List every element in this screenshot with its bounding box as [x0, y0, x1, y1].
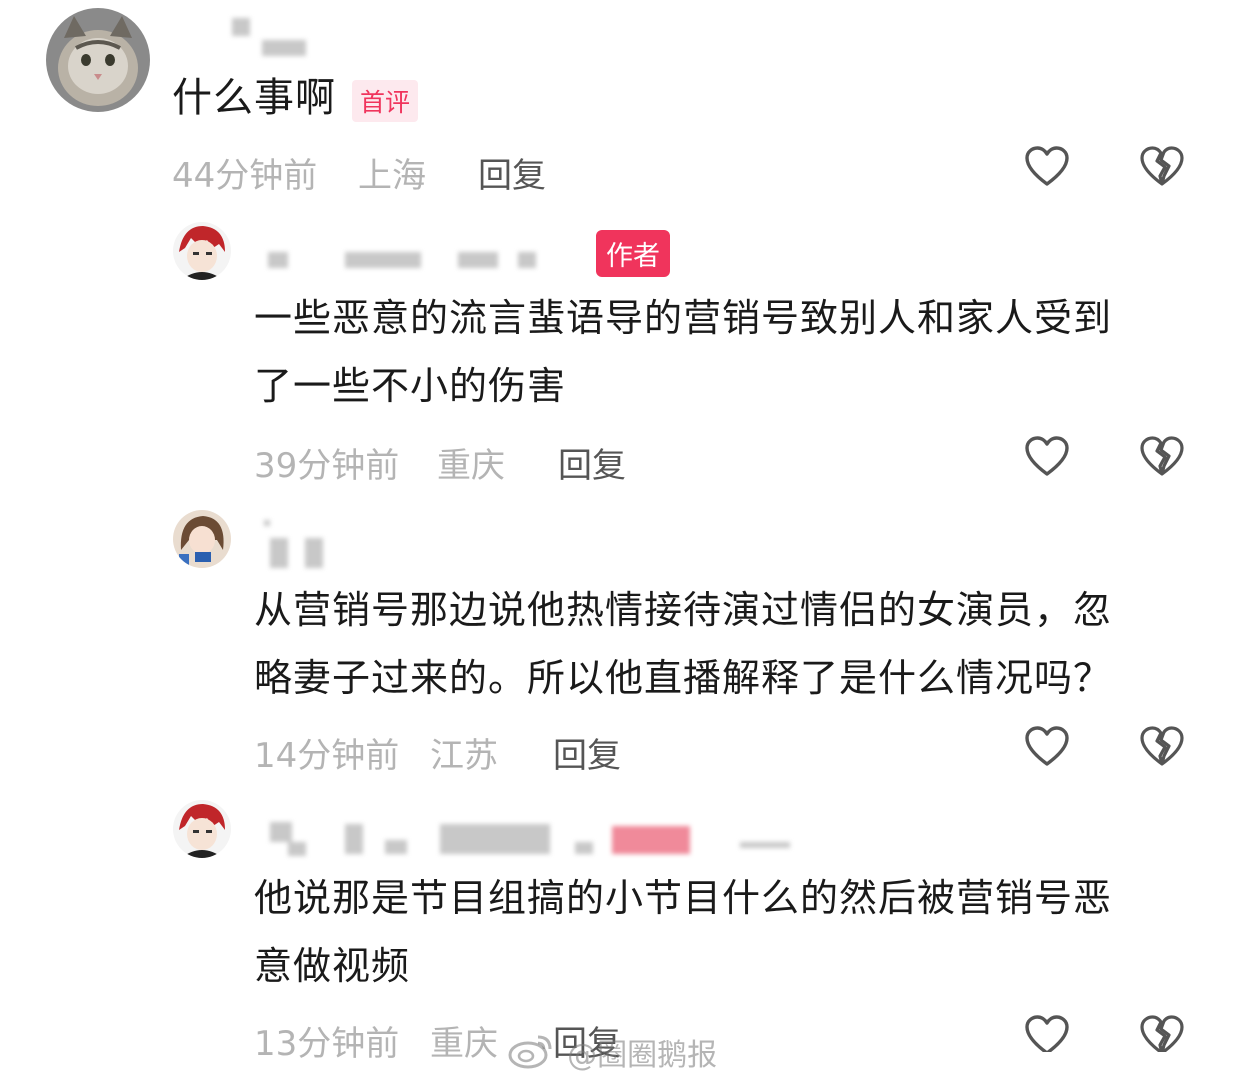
comment-location: 重庆 — [437, 446, 505, 486]
broken-heart-icon[interactable] — [1138, 1012, 1186, 1052]
comment-text-line-1: 从营销号那边说他热情接待演过情侣的女演员，忽 — [254, 588, 1113, 632]
avatar-anime[interactable] — [173, 800, 231, 858]
comment-text-line-2: 略妻子过来的。所以他直播解释了是什么情况吗？ — [254, 656, 1113, 700]
watermark: @圈圈鹅报 — [508, 1030, 717, 1074]
heart-outline-icon[interactable] — [1023, 1012, 1071, 1052]
comment-location: 江苏 — [430, 736, 498, 776]
heart-outline-icon[interactable] — [1023, 433, 1071, 481]
reply-button[interactable]: 回复 — [553, 728, 621, 777]
broken-heart-icon[interactable] — [1138, 723, 1186, 771]
comment-time: 39分钟前 — [254, 446, 400, 486]
comment-time: 44分钟前 — [172, 156, 318, 196]
broken-heart-icon[interactable] — [1138, 143, 1186, 191]
avatar-anime[interactable] — [173, 222, 231, 280]
comment-time: 13分钟前 — [254, 1024, 400, 1064]
heart-outline-icon[interactable] — [1023, 143, 1071, 191]
avatar-cat[interactable] — [46, 8, 150, 112]
comment-location: 重庆 — [430, 1024, 498, 1064]
weibo-logo-icon — [508, 1031, 554, 1073]
comment-1: 什么事啊 首评 44分钟前 上海 回复 — [0, 0, 1233, 200]
comment-text: 什么事啊 — [172, 75, 336, 121]
heart-outline-icon[interactable] — [1023, 723, 1071, 771]
reply-button[interactable]: 回复 — [478, 148, 546, 197]
broken-heart-icon[interactable] — [1138, 433, 1186, 481]
comment-text-line-2: 意做视频 — [254, 944, 411, 988]
comment-time: 14分钟前 — [254, 736, 400, 776]
comment-location: 上海 — [358, 156, 426, 196]
comment-text-line-1: 他说那是节目组搞的小节目什么的然后被营销号恶 — [254, 876, 1113, 920]
comment-text-line-2: 了一些不小的伤害 — [254, 364, 567, 408]
author-badge: 作者 — [596, 230, 670, 277]
watermark-text: @圈圈鹅报 — [567, 1038, 718, 1073]
comment-2: 作者 一些恶意的流言蜚语导的营销号致别人和家人受到 了一些不小的伤害 39分钟前… — [0, 200, 1233, 490]
comment-text-line-1: 一些恶意的流言蜚语导的营销号致别人和家人受到 — [254, 296, 1113, 340]
avatar-girl[interactable] — [173, 510, 231, 568]
first-comment-badge: 首评 — [352, 80, 419, 122]
reply-button[interactable]: 回复 — [558, 438, 626, 487]
comment-3: 从营销号那边说他热情接待演过情侣的女演员，忽 略妻子过来的。所以他直播解释了是什… — [0, 490, 1233, 780]
